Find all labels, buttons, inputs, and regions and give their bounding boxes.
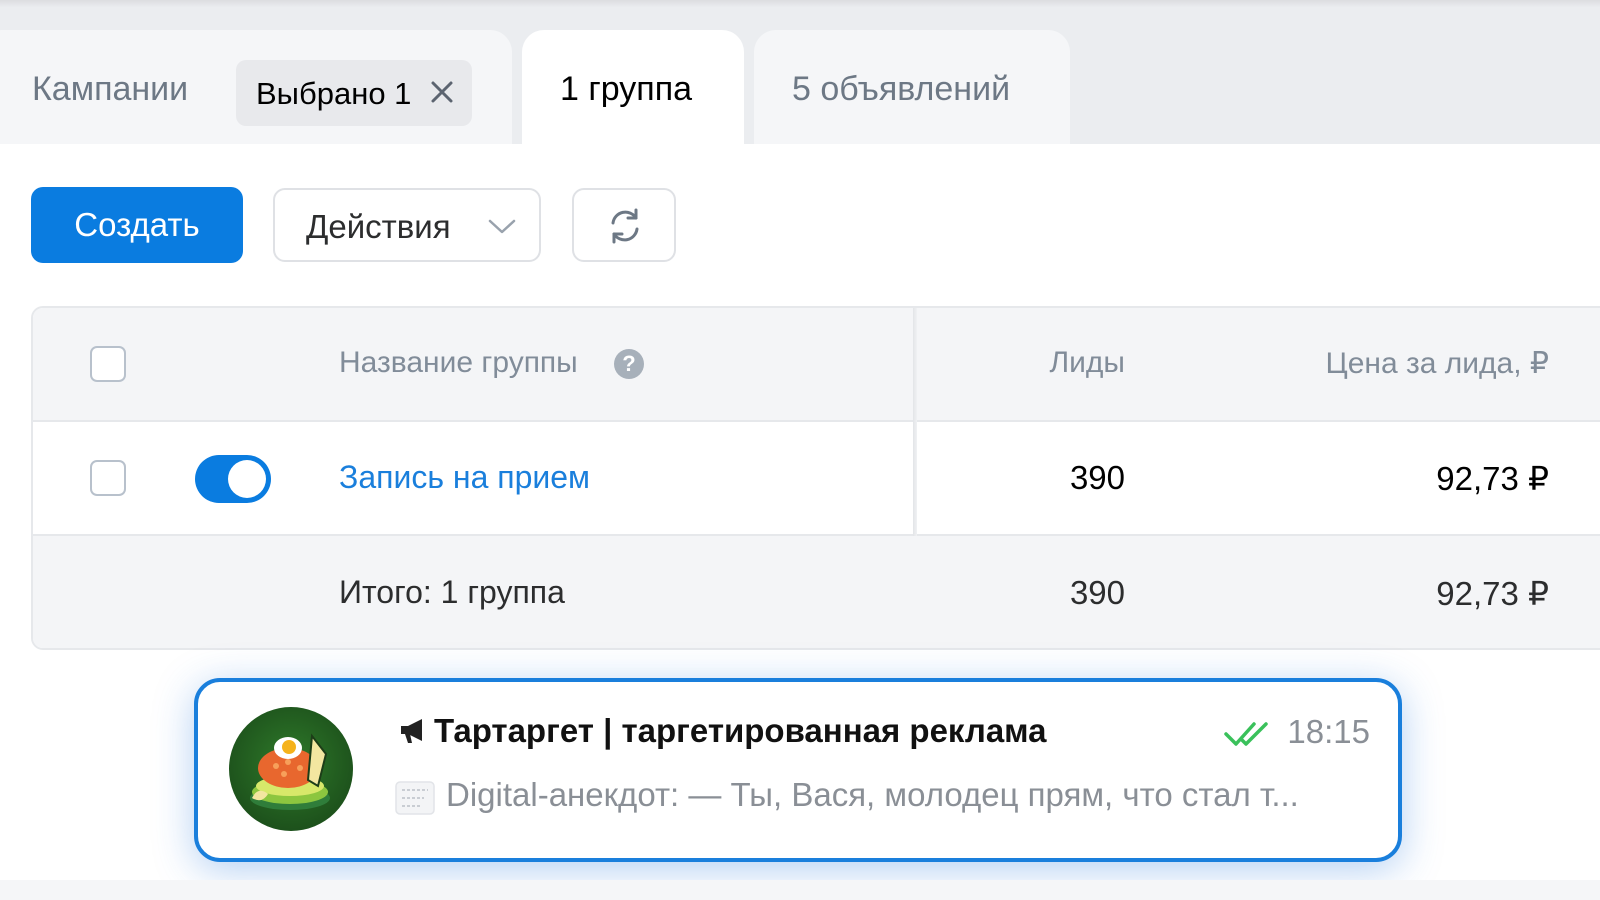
help-icon[interactable]: ? (614, 349, 644, 379)
group-status-toggle[interactable] (195, 455, 271, 503)
column-divider (913, 308, 917, 536)
telegram-notification[interactable]: Тартаргет | таргетированная реклама 18:1… (194, 678, 1402, 862)
double-check-icon (1224, 722, 1268, 746)
total-label: Итого: 1 группа (339, 574, 565, 610)
close-icon[interactable] (426, 76, 458, 108)
toggle-knob (228, 460, 266, 498)
row-checkbox[interactable] (90, 460, 126, 496)
megaphone-icon (401, 719, 422, 743)
channel-avatar (229, 707, 353, 831)
refresh-icon (611, 208, 639, 244)
create-button[interactable]: Создать (31, 187, 243, 263)
notification-preview: Digital-анекдот: — Ты, Вася, молодец пря… (446, 776, 1299, 813)
column-header-cost-per-lead[interactable]: Цена за лида, ₽ (1326, 346, 1549, 381)
table-total-row: Итого: 1 группа 390 92,73 ₽ (33, 536, 1600, 648)
tab-groups[interactable]: 1 группа (522, 30, 744, 144)
notification-time: 18:15 (1287, 713, 1370, 750)
tab-ads[interactable]: 5 объявлений (754, 30, 1070, 144)
groups-table: Название группы ? Лиды Цена за лида, ₽ З… (31, 306, 1600, 650)
row-cost-per-lead: 92,73 ₽ (1436, 460, 1549, 497)
select-all-checkbox[interactable] (90, 346, 126, 382)
column-header-leads[interactable]: Лиды (1049, 346, 1125, 380)
actions-dropdown[interactable]: Действия (273, 188, 541, 262)
selection-chip[interactable]: Выбрано 1 (236, 60, 472, 126)
notification-title: Тартаргет | таргетированная реклама (434, 712, 1047, 749)
column-header-name[interactable]: Название группы (339, 346, 578, 380)
chevron-down-icon (488, 219, 516, 234)
page: Кампании Выбрано 1 1 группа 5 объявлений… (0, 0, 1600, 900)
table-row: Запись на прием 390 92,73 ₽ (33, 422, 1600, 536)
total-leads: 390 (1069, 574, 1125, 611)
tab-campaigns[interactable]: Кампании Выбрано 1 (0, 30, 512, 144)
actions-dropdown-label: Действия (306, 208, 451, 245)
row-leads: 390 (1069, 459, 1125, 496)
table-header: Название группы ? Лиды Цена за лида, ₽ (33, 308, 1600, 422)
group-name-link[interactable]: Запись на прием (339, 459, 590, 496)
selection-chip-label: Выбрано 1 (256, 76, 412, 111)
refresh-button[interactable] (572, 188, 676, 262)
tab-ads-label: 5 объявлений (792, 70, 1011, 108)
document-icon (395, 781, 435, 815)
total-cost-per-lead: 92,73 ₽ (1436, 575, 1549, 612)
tab-campaigns-label: Кампании (32, 70, 189, 108)
bottom-edge (0, 880, 1600, 900)
tabs-bar: Кампании Выбрано 1 1 группа 5 объявлений (0, 8, 1600, 144)
tab-groups-label: 1 группа (560, 70, 693, 108)
top-edge (0, 0, 1600, 8)
